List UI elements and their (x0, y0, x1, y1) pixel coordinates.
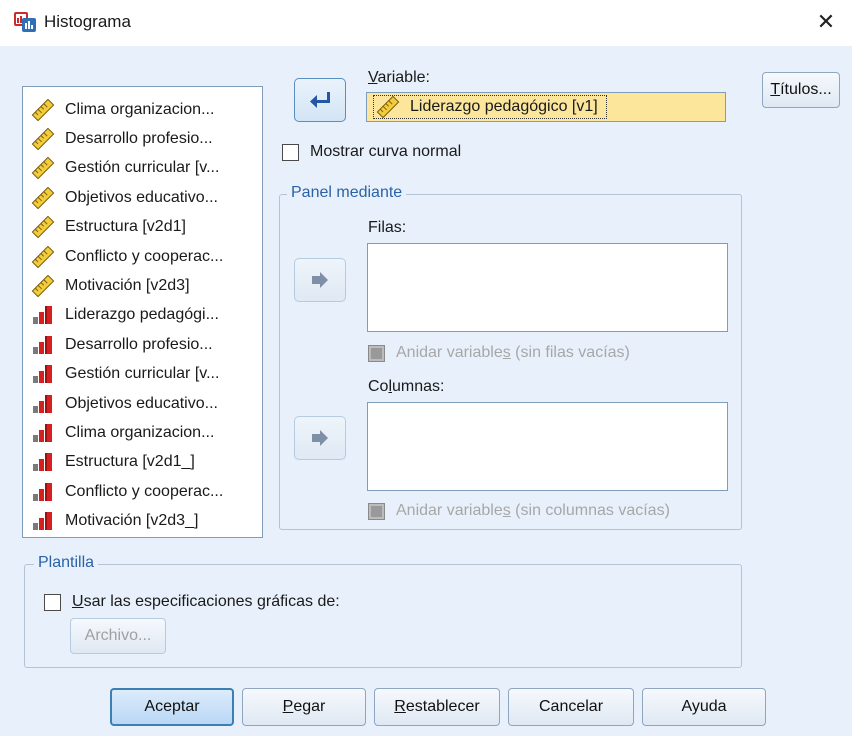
variable-list-item[interactable]: Motivación [v2d3_] (31, 506, 262, 535)
variable-label: Variable: (368, 69, 430, 86)
titles-button[interactable]: Títulos... (762, 72, 840, 108)
variable-list-item[interactable]: Gestión curricular [v... (31, 154, 262, 183)
ordinal-bars-icon (33, 453, 52, 472)
ordinal-bars-icon (33, 335, 52, 354)
variable-list-item[interactable]: Gestión curricular [v... (31, 360, 262, 389)
variable-list-item[interactable]: Objetivos educativo... (31, 183, 262, 212)
variable-list-item[interactable]: Clima organizacion... (31, 95, 262, 124)
use-template-checkbox[interactable] (44, 594, 61, 611)
paste-button[interactable]: Pegar (242, 688, 366, 726)
help-button[interactable]: Ayuda (642, 688, 766, 726)
variable-list-item[interactable]: Estructura [v2d1] (31, 213, 262, 242)
ok-button[interactable]: Aceptar (110, 688, 234, 726)
panel-legend: Panel mediante (287, 184, 407, 202)
variable-list-item-label: Estructura [v2d1] (65, 218, 186, 236)
move-to-variable-button[interactable] (294, 78, 346, 122)
close-button[interactable]: ✕ (810, 4, 842, 40)
variable-list-item-label: Desarrollo profesio... (65, 335, 213, 353)
arrow-right-icon (312, 430, 328, 446)
variable-list-item-label: Objetivos educativo... (65, 394, 218, 412)
columns-label: Columnas: (368, 378, 445, 395)
title-bar: Histograma ✕ (0, 0, 852, 46)
move-to-columns-button[interactable] (294, 416, 346, 460)
variable-list-item-label: Gestión curricular [v... (65, 365, 220, 383)
variable-list-item-label: Estructura [v2d1_] (65, 453, 195, 471)
ruler-icon (31, 186, 55, 209)
variable-list-item[interactable]: Liderazgo pedagógi... (31, 301, 262, 330)
normal-curve-label: Mostrar curva normal (310, 143, 462, 160)
ruler-icon (31, 245, 55, 268)
rows-nest-checkbox[interactable] (368, 345, 385, 362)
ruler-icon (31, 216, 55, 239)
variable-list-item[interactable]: Conflicto y cooperac... (31, 242, 262, 271)
variable-field-value: Liderazgo pedagógico [v1] (410, 98, 598, 115)
variable-list-item[interactable]: Estructura [v2d1_] (31, 448, 262, 477)
rows-nest-label: Anidar variables (sin filas vacías) (396, 344, 630, 361)
variable-list-item[interactable]: Objetivos educativo... (31, 389, 262, 418)
variable-list-item-label: Desarrollo profesio... (65, 130, 213, 148)
ordinal-bars-icon (33, 365, 52, 384)
ordinal-bars-icon (33, 482, 52, 501)
move-to-rows-button[interactable] (294, 258, 346, 302)
variable-list-item[interactable]: Motivación [v2d3] (31, 271, 262, 300)
variable-list-item[interactable]: Clima organizacion... (31, 418, 262, 447)
ruler-icon (31, 275, 55, 298)
file-button[interactable]: Archivo... (70, 618, 166, 654)
spss-app-icon (14, 12, 36, 32)
variable-list-item-label: Clima organizacion... (65, 100, 215, 118)
ruler-icon (31, 98, 55, 121)
variable-list-item-label: Motivación [v2d3] (65, 277, 190, 295)
reset-button[interactable]: Restablecer (374, 688, 500, 726)
ordinal-bars-icon (33, 306, 52, 325)
ordinal-bars-icon (33, 512, 52, 531)
arrow-right-icon (312, 272, 328, 288)
rows-listbox[interactable] (367, 243, 728, 332)
variable-list-item[interactable]: Desarrollo profesio... (31, 124, 262, 153)
ruler-icon (31, 128, 55, 151)
variable-list-item[interactable]: Desarrollo profesio... (31, 330, 262, 359)
template-legend: Plantilla (34, 554, 99, 572)
variable-list-item-label: Objetivos educativo... (65, 188, 218, 206)
ruler-icon (31, 157, 55, 180)
variable-list-item-label: Conflicto y cooperac... (65, 247, 224, 265)
variable-list-item-label: Conflicto y cooperac... (65, 482, 224, 500)
variable-list-item-label: Clima organizacion... (65, 423, 215, 441)
variable-list-item[interactable]: Conflicto y cooperac... (31, 477, 262, 506)
window-title: Histograma (44, 12, 131, 31)
columns-nest-label: Anidar variables (sin columnas vacías) (396, 502, 670, 519)
ordinal-bars-icon (33, 394, 52, 413)
normal-curve-checkbox[interactable] (282, 144, 299, 161)
arrow-left-icon (310, 92, 330, 108)
source-variable-list[interactable]: Clima organizacion... Desarrollo profesio… (22, 86, 263, 538)
use-template-label: Usar las especificaciones gráficas de: (72, 593, 340, 610)
cancel-button[interactable]: Cancelar (508, 688, 634, 726)
ordinal-bars-icon (33, 423, 52, 442)
variable-target-field[interactable]: Liderazgo pedagógico [v1] (366, 92, 726, 122)
columns-nest-checkbox[interactable] (368, 503, 385, 520)
variable-list-item-label: Gestión curricular [v... (65, 159, 220, 177)
ruler-icon (376, 96, 400, 118)
rows-label: Filas: (368, 219, 407, 236)
variable-list-item-label: Motivación [v2d3_] (65, 512, 199, 530)
variable-list-item-label: Liderazgo pedagógi... (65, 306, 219, 324)
columns-listbox[interactable] (367, 402, 728, 491)
